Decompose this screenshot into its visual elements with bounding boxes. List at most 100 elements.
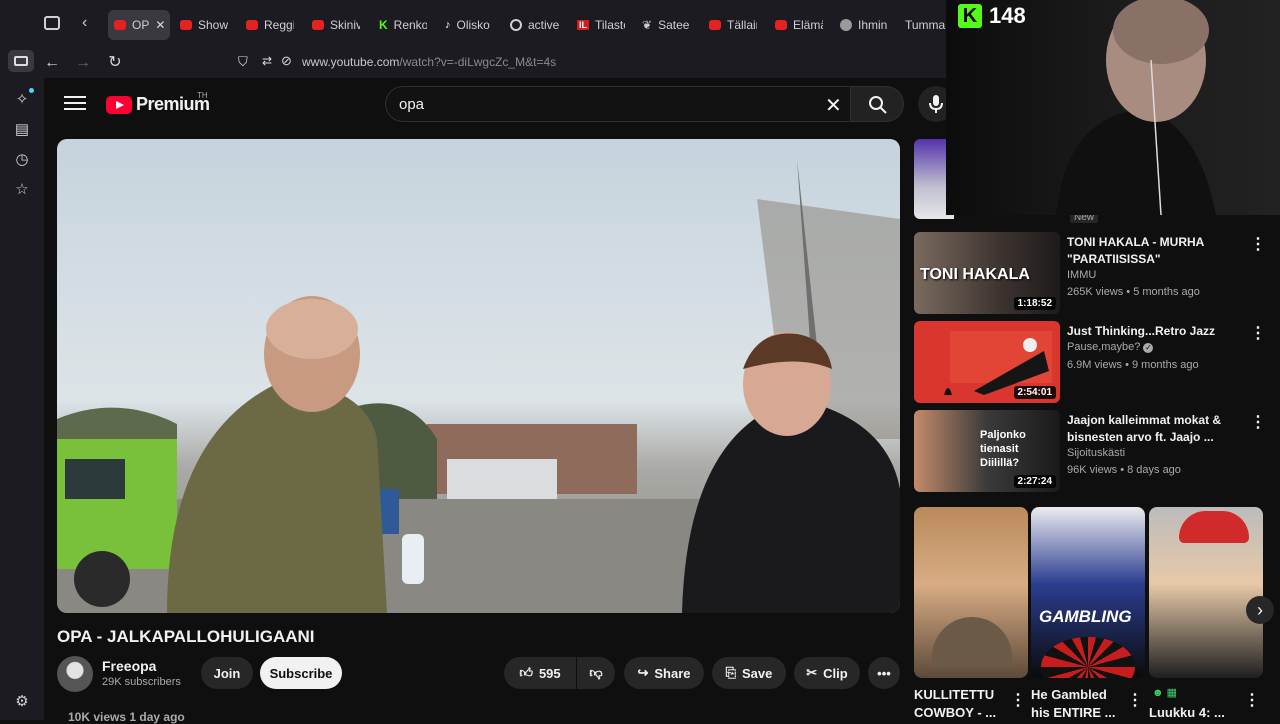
recommendation-meta: 96K views • 8 days ago [1067,464,1181,476]
search-input[interactable] [385,86,851,122]
roulette-wheel [1041,637,1135,678]
history-clock-icon[interactable]: ◷ [12,150,32,170]
sidebar-toggle-icon[interactable] [8,50,34,72]
channel-avatar[interactable] [57,656,93,692]
tiktok-favicon-icon: ♪ [445,19,451,31]
back-arrow-icon[interactable]: ← [41,52,63,74]
short-thumbnail[interactable]: GAMBLING [1031,507,1145,678]
youtube-premium-logo[interactable]: Premium [106,94,210,115]
tab-show[interactable]: Show [180,10,230,40]
tab-reggi[interactable]: Reggi [246,10,294,40]
youtube-favicon-icon [312,20,324,30]
tab-tallain[interactable]: Tällain [709,10,757,40]
clip-button[interactable]: ✂ Clip [794,657,860,689]
bookmarks-star-icon[interactable]: ☆ [12,180,32,200]
url-field[interactable]: www.youtube.com/watch?v=-diLwgcZc_M&t=4s [302,55,556,69]
tab-olisko[interactable]: ♪ Olisko [445,10,493,40]
bookmark-icon: ⎘ [725,665,737,680]
kick-favicon-icon: K [379,18,388,32]
tab-label: active [528,18,560,32]
tab-tumma[interactable]: Tumma S [905,10,947,40]
tabs-back-chevron-icon[interactable]: ‹ [82,14,87,32]
tab-label: Ihmin [858,18,888,32]
settings-gear-icon[interactable]: ⚙ [12,692,32,712]
google-favicon-icon [510,19,522,31]
search-icon [869,96,887,114]
shorts-next-button[interactable]: › [1246,596,1274,624]
search-button[interactable] [850,86,904,122]
save-button[interactable]: ⎘ Save [712,657,786,689]
more-horizontal-icon: ••• [877,665,891,681]
share-label: Share [654,665,691,681]
tab-overview-icon[interactable] [44,16,60,30]
tab-close-icon[interactable]: ✕ [155,18,165,32]
join-button[interactable]: Join [201,657,253,689]
more-vertical-icon[interactable]: ⋮ [1127,690,1143,710]
short-thumbnail[interactable] [914,507,1028,678]
tracking-blocked-icon[interactable]: ⊘ [281,53,292,69]
video-player[interactable] [57,139,900,613]
more-vertical-icon[interactable]: ⋮ [1010,690,1026,710]
channel-name[interactable]: Freeopa [102,658,156,674]
reload-icon[interactable]: ↻ [104,52,126,74]
webcam-person [1056,0,1216,215]
more-vertical-icon[interactable]: ⋮ [1250,412,1266,432]
recommendation-item[interactable]: TONI HAKALA 1:18:52 TONI HAKALA - MURHA … [914,232,1266,316]
tab-renko[interactable]: K Renko [379,10,427,40]
tab-tilasto[interactable]: IL Tilasto [577,10,625,40]
short-title[interactable]: He Gambled his ENTIRE ... [1031,686,1126,722]
verified-badge-icon: ✓ [1143,343,1154,353]
short-title[interactable]: KULLITETTU COWBOY - ... [914,686,1009,722]
save-label: Save [742,665,773,681]
forward-arrow-icon[interactable]: → [72,52,94,74]
share-arrow-icon: ↪ [637,665,649,680]
tab-label: Elämä [793,18,823,32]
youtube-play-icon [106,95,132,114]
youtube-favicon-icon [246,20,258,30]
ai-sparkle-icon[interactable]: ✧ [12,90,32,110]
share-button[interactable]: ↪ Share [624,657,704,689]
tab-label: Tilasto [595,18,625,32]
hamburger-menu-icon[interactable] [64,92,86,114]
thumb-text: TONI HAKALA [920,266,1030,283]
tab-elama[interactable]: Elämä [775,10,823,40]
tab-label: Skiniv [330,18,360,32]
tab-label: OP [132,18,150,32]
subscribe-button[interactable]: Subscribe [260,657,342,689]
globe-favicon-icon [840,19,852,31]
notification-dot [29,88,34,93]
more-vertical-icon[interactable]: ⋮ [1244,690,1260,710]
clear-search-icon[interactable]: ✕ [825,93,842,118]
tab-opa[interactable]: OP ✕ [108,10,170,40]
microphone-icon [929,95,943,113]
recommendation-item[interactable]: 2:54:01 Just Thinking...Retro Jazz Pause… [914,321,1266,405]
duration-badge: 1:18:52 [1013,297,1056,310]
short-title[interactable]: Luukku 4: ... [1149,704,1244,722]
more-vertical-icon[interactable]: ⋮ [1250,234,1266,254]
shield-icon[interactable]: ⛉ [238,54,248,70]
tab-active[interactable]: active [510,10,560,40]
santa-hat [1179,511,1249,543]
site-settings-icon[interactable]: ⇄ [262,54,272,68]
url-domain: www.youtube.com [302,55,400,69]
short-thumbnail[interactable] [1149,507,1263,678]
kick-viewer-count: 148 [989,3,1026,28]
dislike-button[interactable]: 👎︎ [577,657,615,689]
recommendation-item[interactable]: Paljonko tienasit Diilillä? 2:27:24 Jaaj… [914,410,1266,494]
tab-ihmin[interactable]: Ihmin [840,10,890,40]
streamer-webcam [946,0,1280,215]
tab-label: Reggi [264,18,294,32]
country-code: TH [197,91,208,100]
recommendation-thumbnail: TONI HAKALA 1:18:52 [914,232,1060,314]
like-button[interactable]: 👍︎ 595 [504,657,576,689]
video-frame [57,159,900,613]
channel-name-text: Pause,maybe? [1067,341,1141,353]
short-thumb-text: GAMBLING [1039,607,1132,626]
tab-sateer[interactable]: ❦ Sateer [642,10,690,40]
reading-list-icon[interactable]: ▤ [12,120,32,140]
thumbs-up-icon: 👍︎ [519,665,533,680]
more-vertical-icon[interactable]: ⋮ [1250,323,1266,343]
youtube-favicon-icon [180,20,192,30]
more-actions-button[interactable]: ••• [868,657,900,689]
tab-skiniv[interactable]: Skiniv [312,10,360,40]
